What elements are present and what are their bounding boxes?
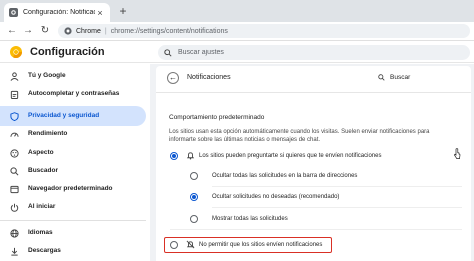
clipboard-icon xyxy=(10,90,19,99)
radio-recommended[interactable] xyxy=(190,193,198,201)
sidebar-divider xyxy=(0,220,146,221)
search-icon xyxy=(378,74,385,81)
settings-search[interactable] xyxy=(158,45,470,60)
radio-quieter[interactable] xyxy=(190,172,198,180)
sidebar-item-label: Descargas xyxy=(28,247,61,255)
sidebar-item-label: Buscador xyxy=(28,167,58,175)
page-title: Configuración xyxy=(30,46,105,58)
notifications-card: ← Notificaciones Buscar Comportamiento p… xyxy=(156,66,471,261)
reload-button[interactable]: ↻ xyxy=(39,25,51,37)
sidebar-item-search-engine[interactable]: Buscador xyxy=(0,165,146,177)
new-tab-button[interactable]: + xyxy=(117,5,129,17)
bell-off-icon xyxy=(186,240,195,249)
bell-icon xyxy=(186,152,195,160)
download-icon xyxy=(11,247,18,256)
option-quieter-label: Ocultar todas las solicitudes en la barr… xyxy=(212,173,358,179)
radio-allow[interactable] xyxy=(170,152,178,160)
tab-strip: Configuración: Notificaciones × + xyxy=(0,0,474,22)
settings-header: Configuración xyxy=(0,41,474,63)
shield-icon xyxy=(10,111,19,121)
sidebar-item-label: Idiomas xyxy=(28,229,53,237)
card-title: Notificaciones xyxy=(187,74,231,81)
option-show-all-label: Mostrar todas las solicitudes xyxy=(212,216,288,222)
search-icon xyxy=(10,166,19,175)
chrome-logo-icon xyxy=(10,46,22,58)
close-icon[interactable]: × xyxy=(95,8,105,18)
omnibox-separator: | xyxy=(104,27,107,35)
back-arrow-button[interactable]: ← xyxy=(167,72,179,84)
tab-settings[interactable]: Configuración: Notificaciones × xyxy=(4,3,110,22)
speedometer-icon xyxy=(10,132,19,137)
option-allow-label: Los sitios pueden preguntarte si quieres… xyxy=(199,153,382,159)
sidebar-item-default-browser[interactable]: Navegador predeterminado xyxy=(0,183,146,195)
omnibox-url: chrome://settings/content/notifications xyxy=(110,27,228,35)
browser-toolbar: ← → ↻ Chrome | chrome://settings/content… xyxy=(0,22,474,41)
chrome-icon xyxy=(64,27,72,35)
mouse-cursor-icon xyxy=(454,148,461,159)
tab-title: Configuración: Notificaciones xyxy=(23,9,95,16)
divider xyxy=(212,207,462,208)
radio-show-all[interactable] xyxy=(190,215,198,223)
omnibox-scheme: Chrome xyxy=(76,27,101,35)
sidebar-item-autofill[interactable]: Autocompletar y contraseñas xyxy=(0,84,146,104)
sidebar-item-privacy[interactable]: Privacidad y seguridad xyxy=(0,106,146,126)
main-content: ← Notificaciones Buscar Comportamiento p… xyxy=(150,64,474,261)
address-bar[interactable]: Chrome | chrome://settings/content/notif… xyxy=(58,24,470,38)
section-title: Comportamiento predeterminado xyxy=(169,114,265,121)
divider xyxy=(156,92,471,93)
sidebar-item-label: Al iniciar xyxy=(28,203,56,211)
back-button[interactable]: ← xyxy=(6,25,18,37)
card-search[interactable]: Buscar xyxy=(378,74,410,81)
radio-block[interactable] xyxy=(170,241,178,249)
sidebar-item-label: Aspecto xyxy=(28,149,54,157)
gear-icon xyxy=(9,8,18,17)
globe-icon xyxy=(10,228,19,238)
sidebar-item-label: Navegador predeterminado xyxy=(28,185,113,193)
forward-button[interactable]: → xyxy=(22,25,34,37)
sidebar-item-label: Tú y Google xyxy=(28,72,66,80)
divider xyxy=(212,186,462,187)
divider xyxy=(170,229,462,230)
section-description: Los sitios usan esta opción automáticame… xyxy=(169,129,430,143)
palette-icon xyxy=(10,148,19,158)
sidebar-item-on-startup[interactable]: Al iniciar xyxy=(0,201,146,213)
sidebar-item-label: Autocompletar y contraseñas xyxy=(28,90,120,98)
option-block-label: No permitir que los sitios envíen notifi… xyxy=(199,242,323,248)
sidebar-item-appearance[interactable]: Aspecto xyxy=(0,147,146,159)
sidebar-item-label: Privacidad y seguridad xyxy=(28,112,100,120)
sidebar-item-languages[interactable]: Idiomas xyxy=(0,227,146,239)
sidebar: Tú y Google Autocompletar y contraseñas … xyxy=(0,64,150,261)
search-input[interactable] xyxy=(178,49,458,56)
sidebar-item-performance[interactable]: Rendimiento xyxy=(0,128,146,140)
card-search-label: Buscar xyxy=(390,74,411,81)
power-icon xyxy=(10,203,19,212)
sidebar-item-downloads[interactable]: Descargas xyxy=(0,245,146,257)
search-icon xyxy=(164,48,172,57)
option-recommended-label: Ocultar solicitudes no deseadas (recomen… xyxy=(212,194,340,200)
person-icon xyxy=(10,71,19,81)
sidebar-item-you-and-google[interactable]: Tú y Google xyxy=(0,70,146,82)
sidebar-item-label: Rendimiento xyxy=(28,130,68,138)
browser-icon xyxy=(10,185,19,193)
